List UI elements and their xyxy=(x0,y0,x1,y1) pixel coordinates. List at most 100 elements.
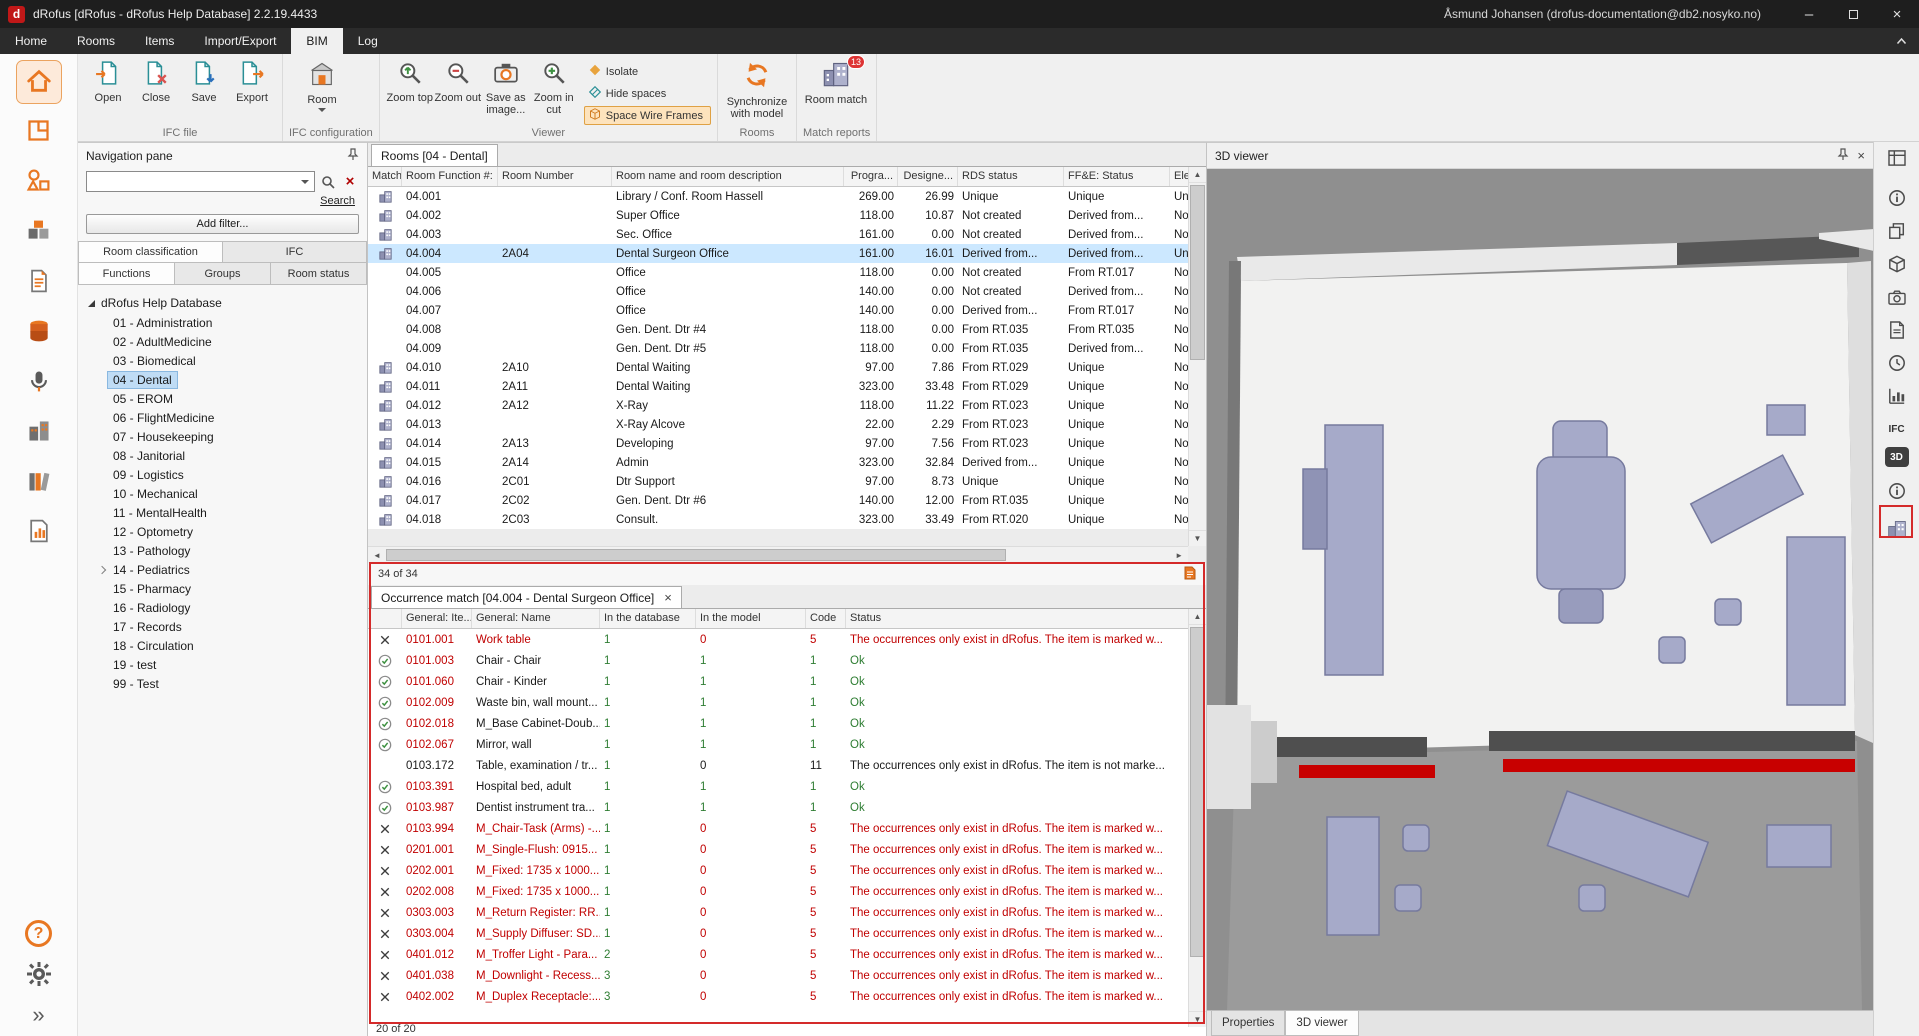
tree-item-14[interactable]: 14 - Pediatrics xyxy=(78,560,367,579)
minimize-button[interactable]: – xyxy=(1787,0,1831,28)
hscrollbar-thumb[interactable] xyxy=(386,549,1006,561)
room-row-04.016[interactable]: 04.0162C01Dtr Support97.008.73UniqueUniq… xyxy=(368,472,1188,491)
synchronize-with-model-button[interactable]: Synchronize with model xyxy=(724,57,790,123)
rooms-vertical-scrollbar[interactable]: ▲ ▼ xyxy=(1188,167,1206,546)
occurrence-column-icon[interactable] xyxy=(368,609,402,628)
buildings-module-button[interactable] xyxy=(16,410,62,454)
room-row-04.018[interactable]: 04.0182C03Consult.323.0033.49From RT.020… xyxy=(368,510,1188,529)
pin-icon[interactable] xyxy=(347,148,359,164)
scroll-right-icon[interactable]: ► xyxy=(1175,551,1188,560)
tree-item-10[interactable]: 10 - Mechanical xyxy=(78,484,367,503)
occ-scroll-up-icon[interactable]: ▲ xyxy=(1189,609,1206,625)
room-row-04.004[interactable]: 04.0042A04Dental Surgeon Office161.0016.… xyxy=(368,244,1188,263)
occurrence-tab-close-icon[interactable]: × xyxy=(664,591,672,604)
zoom-in-cut-button[interactable]: Zoom in cut xyxy=(530,57,578,123)
occurrence-row-0101.060[interactable]: 0101.060Chair - Kinder111Ok xyxy=(368,671,1206,692)
occurrence-row-0303.004[interactable]: 0303.004M_Supply Diffuser: SD...105The o… xyxy=(368,923,1206,944)
room-row-04.011[interactable]: 04.0112A11Dental Waiting323.0033.48From … xyxy=(368,377,1188,396)
rooms-column-name[interactable]: Room name and room description xyxy=(612,167,844,186)
clear-search-icon[interactable]: × xyxy=(341,173,359,191)
tab-functions[interactable]: Functions xyxy=(78,263,175,285)
isolate-toggle[interactable]: Isolate xyxy=(584,62,711,81)
documents-module-button[interactable] xyxy=(16,260,62,304)
tab-3d-viewer[interactable]: 3D viewer xyxy=(1285,1011,1358,1036)
status-report-icon[interactable] xyxy=(1184,566,1196,583)
help-icon[interactable]: ? xyxy=(25,920,52,947)
room-match-button[interactable]: 13 Room match xyxy=(803,57,869,123)
copy-pages-icon[interactable] xyxy=(1885,221,1909,241)
occurrence-row-0401.038[interactable]: 0401.038M_Downlight - Recess...305The oc… xyxy=(368,965,1206,986)
save-as-image-button[interactable]: Save as image... xyxy=(482,57,530,123)
rooms-horizontal-scrollbar[interactable]: ◄ ► xyxy=(368,546,1188,563)
library-module-button[interactable] xyxy=(16,460,62,504)
occ-scrollbar-thumb[interactable] xyxy=(1190,627,1205,957)
tree-root-expanded-icon[interactable] xyxy=(88,300,95,307)
close-button[interactable]: × xyxy=(1875,0,1919,28)
ifc-info-icon[interactable] xyxy=(1885,481,1909,501)
occurrence-row-0103.172[interactable]: 0103.172Table, examination / tr...1011Th… xyxy=(368,755,1206,776)
tree-item-03[interactable]: 03 - Biomedical xyxy=(78,351,367,370)
room-row-04.009[interactable]: 04.009Gen. Dent. Dtr #5118.000.00From RT… xyxy=(368,339,1188,358)
ribbon-collapse-icon[interactable] xyxy=(1893,34,1909,48)
occurrence-row-0103.987[interactable]: 0103.987Dentist instrument tra...111Ok xyxy=(368,797,1206,818)
occurrence-row-0102.067[interactable]: 0102.067Mirror, wall111Ok xyxy=(368,734,1206,755)
occurrence-row-0303.003[interactable]: 0303.003M_Return Register: RR...105The o… xyxy=(368,902,1206,923)
room-row-04.005[interactable]: 04.005Office118.000.00Not createdFrom RT… xyxy=(368,263,1188,282)
occ-scroll-down-icon[interactable]: ▼ xyxy=(1189,1011,1206,1027)
home-module-button[interactable] xyxy=(16,60,62,104)
occurrence-row-0102.018[interactable]: 0102.018M_Base Cabinet-Doub...111Ok xyxy=(368,713,1206,734)
room-row-04.013[interactable]: 04.013X-Ray Alcove22.002.29From RT.023Un… xyxy=(368,415,1188,434)
scrollbar-thumb[interactable] xyxy=(1190,185,1205,360)
stats-chart-icon[interactable] xyxy=(1885,386,1909,406)
maximize-button[interactable] xyxy=(1831,0,1875,28)
occurrence-row-0103.994[interactable]: 0103.994M_Chair-Task (Arms) -...105The o… xyxy=(368,818,1206,839)
rooms-column-function[interactable]: Room Function #: xyxy=(402,167,498,186)
occurrence-row-0102.009[interactable]: 0102.009Waste bin, wall mount...111Ok xyxy=(368,692,1206,713)
model-cube-icon[interactable] xyxy=(1885,254,1909,274)
tree-item-02[interactable]: 02 - AdultMedicine xyxy=(78,332,367,351)
tree-item-08[interactable]: 08 - Janitorial xyxy=(78,446,367,465)
occurrence-row-0201.001[interactable]: 0201.001M_Single-Flush: 0915...105The oc… xyxy=(368,839,1206,860)
settings-gear-icon[interactable] xyxy=(26,961,52,990)
tree-item-16[interactable]: 16 - Radiology xyxy=(78,598,367,617)
occurrence-row-0202.001[interactable]: 0202.001M_Fixed: 1735 x 1000...105The oc… xyxy=(368,860,1206,881)
3d-mode-button[interactable]: 3D xyxy=(1885,447,1909,467)
tree-item-18[interactable]: 18 - Circulation xyxy=(78,636,367,655)
ifc-save-button[interactable]: Save xyxy=(180,57,228,123)
info-icon[interactable] xyxy=(1885,188,1909,208)
tree-item-01[interactable]: 01 - Administration xyxy=(78,313,367,332)
scroll-left-icon[interactable]: ◄ xyxy=(368,551,381,560)
tree-item-12[interactable]: 12 - Optometry xyxy=(78,522,367,541)
menu-tab-items[interactable]: Items xyxy=(130,28,189,54)
zoom-out-button[interactable]: Zoom out xyxy=(434,57,482,123)
tree-item-13[interactable]: 13 - Pathology xyxy=(78,541,367,560)
panel-layout-icon[interactable] xyxy=(1885,148,1909,168)
occurrence-vertical-scrollbar[interactable]: ▲ ▼ xyxy=(1188,609,1206,1027)
room-row-04.015[interactable]: 04.0152A14Admin323.0032.84Derived from..… xyxy=(368,453,1188,472)
room-row-04.008[interactable]: 04.008Gen. Dent. Dtr #4118.000.00From RT… xyxy=(368,320,1188,339)
document-icon[interactable] xyxy=(1885,320,1909,340)
history-clock-icon[interactable] xyxy=(1885,353,1909,373)
camera-icon[interactable] xyxy=(1885,287,1909,307)
rooms-column-elect[interactable]: Elect... xyxy=(1170,167,1188,186)
zoom-top-button[interactable]: Zoom top xyxy=(386,57,434,123)
scroll-up-icon[interactable]: ▲ xyxy=(1189,167,1206,183)
rooms-column-ffe[interactable]: FF&E: Status xyxy=(1064,167,1170,186)
tree-item-17[interactable]: 17 - Records xyxy=(78,617,367,636)
tree-item-06[interactable]: 06 - FlightMedicine xyxy=(78,408,367,427)
3d-scene[interactable] xyxy=(1207,169,1874,1011)
rooms-column-match[interactable]: Match xyxy=(368,167,402,186)
database-module-button[interactable] xyxy=(16,310,62,354)
occurrence-column-name[interactable]: General: Name xyxy=(472,609,600,628)
rooms-column-programmed[interactable]: Progra... xyxy=(844,167,898,186)
ifc-close-button[interactable]: Close xyxy=(132,57,180,123)
viewer-canvas[interactable] xyxy=(1207,169,1874,1011)
menu-tab-log[interactable]: Log xyxy=(343,28,393,54)
tree-item-05[interactable]: 05 - EROM xyxy=(78,389,367,408)
tab-room-status[interactable]: Room status xyxy=(271,263,367,285)
tree-item-04[interactable]: 04 - Dental xyxy=(78,370,367,389)
rooms-column-designed[interactable]: Designe... xyxy=(898,167,958,186)
occurrence-row-0101.003[interactable]: 0101.003Chair - Chair111Ok xyxy=(368,650,1206,671)
items-module-button[interactable] xyxy=(16,160,62,204)
tab-rooms-04-dental[interactable]: Rooms [04 - Dental] xyxy=(371,144,498,166)
